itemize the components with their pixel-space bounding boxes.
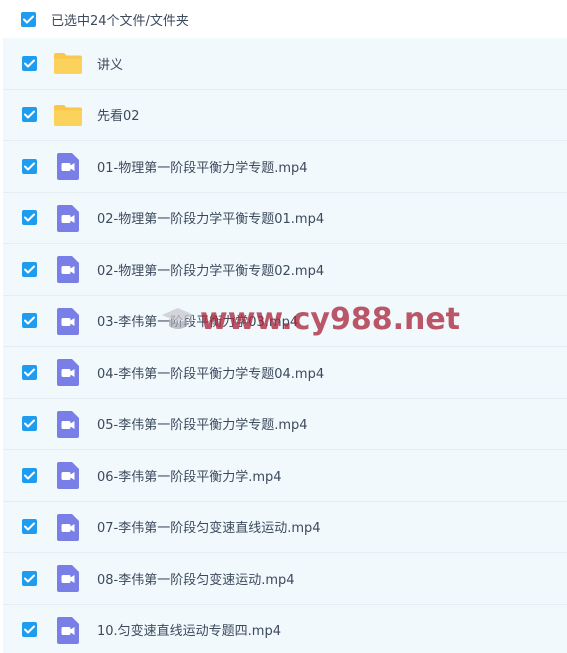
video-file-icon bbox=[53, 151, 83, 181]
file-name[interactable]: 02-物理第一阶段力学平衡专题02.mp4 bbox=[97, 260, 324, 279]
file-name[interactable]: 02-物理第一阶段力学平衡专题01.mp4 bbox=[97, 208, 324, 227]
file-row[interactable]: 05-李伟第一阶段平衡力学专题.mp4 bbox=[3, 399, 567, 450]
file-name[interactable]: 06-李伟第一阶段平衡力学.mp4 bbox=[97, 466, 282, 485]
row-checkbox[interactable] bbox=[22, 467, 37, 483]
checkmark-icon bbox=[24, 522, 35, 531]
file-row[interactable]: 08-李伟第一阶段匀变速运动.mp4 bbox=[3, 553, 567, 605]
file-name[interactable]: 05-李伟第一阶段平衡力学专题.mp4 bbox=[97, 414, 308, 433]
row-checkbox[interactable] bbox=[22, 519, 37, 535]
row-checkbox[interactable] bbox=[22, 107, 37, 123]
selection-count-label: 已选中24个文件/文件夹 bbox=[51, 13, 189, 29]
file-name[interactable]: 先看02 bbox=[97, 105, 140, 124]
checkmark-icon bbox=[24, 59, 35, 68]
checkmark-icon bbox=[24, 316, 35, 325]
file-row[interactable]: 10.匀变速直线运动专题四.mp4 bbox=[3, 605, 567, 653]
file-name[interactable]: 07-李伟第一阶段匀变速直线运动.mp4 bbox=[97, 517, 321, 536]
file-name[interactable]: 01-物理第一阶段平衡力学专题.mp4 bbox=[97, 157, 308, 176]
file-row[interactable]: 04-李伟第一阶段平衡力学专题04.mp4 bbox=[3, 347, 567, 399]
file-row[interactable]: 06-李伟第一阶段平衡力学.mp4 bbox=[3, 450, 567, 502]
folder-row[interactable]: 讲义 bbox=[3, 38, 567, 90]
row-checkbox[interactable] bbox=[22, 416, 37, 432]
select-all-checkbox[interactable] bbox=[21, 11, 36, 27]
row-checkbox[interactable] bbox=[22, 210, 37, 226]
video-file-icon bbox=[53, 563, 83, 593]
file-list: 讲义先看02 01-物理第一阶段平衡力学专题.mp4 02-物理第一阶段力学平衡专题… bbox=[3, 38, 567, 653]
file-name[interactable]: 08-李伟第一阶段匀变速运动.mp4 bbox=[97, 569, 295, 588]
row-checkbox[interactable] bbox=[22, 158, 37, 174]
video-file-icon bbox=[53, 254, 83, 284]
checkmark-icon bbox=[23, 15, 34, 23]
row-checkbox[interactable] bbox=[22, 313, 37, 329]
file-name[interactable]: 10.匀变速直线运动专题四.mp4 bbox=[97, 620, 281, 639]
checkmark-icon bbox=[24, 625, 35, 634]
file-row[interactable]: 01-物理第一阶段平衡力学专题.mp4 bbox=[3, 141, 567, 193]
checkmark-icon bbox=[24, 368, 35, 377]
video-file-icon bbox=[53, 306, 83, 336]
folder-icon bbox=[53, 48, 83, 78]
file-name[interactable]: 03-李伟第一阶段平衡力学03.mp4 bbox=[97, 311, 298, 330]
row-checkbox[interactable] bbox=[22, 622, 37, 638]
folder-icon bbox=[53, 100, 83, 130]
file-row[interactable]: 07-李伟第一阶段匀变速直线运动.mp4 bbox=[3, 502, 567, 553]
video-file-icon bbox=[53, 357, 83, 387]
file-row[interactable]: 03-李伟第一阶段平衡力学03.mp4 bbox=[3, 296, 567, 347]
checkmark-icon bbox=[24, 471, 35, 480]
file-row[interactable]: 02-物理第一阶段力学平衡专题01.mp4 bbox=[3, 193, 567, 244]
checkmark-icon bbox=[24, 419, 35, 428]
file-name[interactable]: 讲义 bbox=[97, 54, 123, 73]
selection-header: 已选中24个文件/文件夹 bbox=[0, 0, 567, 38]
checkmark-icon bbox=[24, 265, 35, 274]
checkmark-icon bbox=[24, 213, 35, 222]
video-file-icon bbox=[53, 615, 83, 645]
row-checkbox[interactable] bbox=[22, 570, 37, 586]
checkmark-icon bbox=[24, 162, 35, 171]
file-list-panel: 已选中24个文件/文件夹 讲义先看02 01-物理第一阶段平衡力学专题.mp4 02… bbox=[0, 0, 567, 653]
video-file-icon bbox=[53, 460, 83, 490]
video-file-icon bbox=[53, 512, 83, 542]
row-checkbox[interactable] bbox=[22, 261, 37, 277]
video-file-icon bbox=[53, 409, 83, 439]
file-row[interactable]: 02-物理第一阶段力学平衡专题02.mp4 bbox=[3, 244, 567, 296]
checkmark-icon bbox=[24, 574, 35, 583]
video-file-icon bbox=[53, 203, 83, 233]
file-name[interactable]: 04-李伟第一阶段平衡力学专题04.mp4 bbox=[97, 363, 324, 382]
row-checkbox[interactable] bbox=[22, 364, 37, 380]
row-checkbox[interactable] bbox=[22, 55, 37, 71]
checkmark-icon bbox=[24, 110, 35, 119]
folder-row[interactable]: 先看02 bbox=[3, 90, 567, 141]
